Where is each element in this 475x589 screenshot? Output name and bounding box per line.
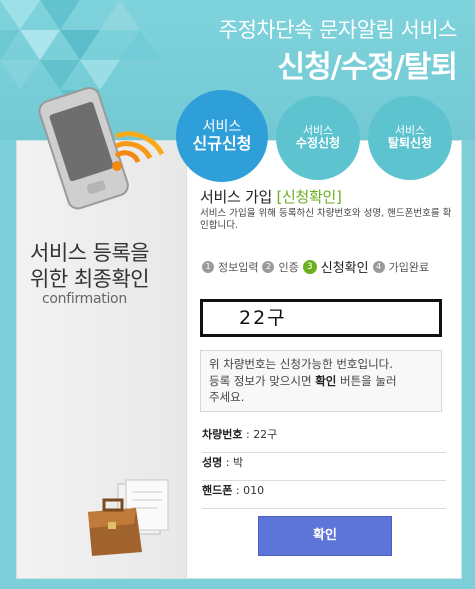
step-3-number: 3 — [302, 259, 317, 274]
plate-number-display: 22구 — [200, 299, 442, 337]
form-description: 서비스 가입을 위해 등록하신 차량번호와 성명, 핸드폰번호를 확인합니다. — [200, 208, 452, 232]
briefcase-documents-illustration — [88, 479, 169, 556]
step-3-label: 신청확인 — [320, 261, 369, 276]
step-1-number: 1 — [202, 260, 214, 273]
step-1-label: 정보입력 — [218, 260, 259, 274]
row-name: 성명 : 박 — [202, 453, 446, 481]
row-phone-label: 핸드폰 — [202, 484, 233, 497]
tab-withdraw-line2: 탈퇴신청 — [387, 136, 433, 151]
notice-line1: 위 차량번호는 신청가능한 번호입니다. — [209, 357, 393, 371]
step-4-label: 가입완료 — [388, 260, 430, 274]
tab-edit-request[interactable]: 서비스 수정신청 — [276, 96, 360, 180]
tab-withdraw-request[interactable]: 서비스 탈퇴신청 — [368, 96, 452, 180]
tab-new-line1: 서비스 — [202, 118, 242, 135]
row-phone: 핸드폰 : 010 — [202, 481, 446, 509]
left-heading: 서비스 등록을 위한 최종확인 — [30, 240, 150, 293]
notice-line3: 주세요. — [209, 390, 245, 405]
row-plate-number: 차량번호 : 22구 — [202, 425, 446, 453]
step-2-label: 인증 — [278, 260, 299, 274]
notice-line2-a: 등록 정보가 맞으시면 — [209, 373, 316, 388]
service-title: 신청/수정/탈퇴 — [277, 50, 458, 85]
step-4-number: 4 — [372, 260, 385, 273]
row-name-label: 성명 — [202, 456, 223, 469]
form-title: 서비스 가입 [신청확인] — [200, 186, 342, 207]
phone-wifi-illustration — [38, 86, 165, 210]
form-title-accent: [신청확인] — [276, 188, 342, 206]
tab-edit-line2: 수정신청 — [295, 136, 341, 151]
row-phone-value: 010 — [243, 484, 265, 497]
row-plate-label: 차량번호 — [202, 428, 243, 441]
tab-new-line2: 신규신청 — [192, 133, 252, 153]
row-plate-value: 22구 — [253, 428, 278, 441]
left-subheading: confirmation — [42, 291, 127, 307]
row-name-value: 박 — [232, 456, 244, 469]
step-2-number: 2 — [262, 260, 275, 273]
step-indicator: 1 정보입력 2 인증 3 신청확인 4 가입완료 — [202, 257, 429, 276]
left-heading-line1: 서비스 등록을 — [30, 241, 150, 265]
notice-line2-b: 버튼을 눌러 — [336, 373, 397, 388]
service-subtitle: 주정차단속 문자알림 서비스 — [218, 18, 458, 42]
notice-bold-confirm: 확인 — [315, 373, 337, 388]
form-title-prefix: 서비스 가입 — [200, 188, 272, 206]
notice-line2: 등록 정보가 맞으시면 확인 버튼을 눌러 — [209, 373, 433, 390]
confirm-button[interactable]: 확인 — [258, 516, 392, 556]
left-heading-line2: 위한 최종확인 — [30, 267, 150, 292]
tab-new-signup[interactable]: 서비스 신규신청 — [176, 90, 268, 182]
notice-box: 위 차량번호는 신청가능한 번호입니다. 등록 정보가 맞으시면 확인 버튼을 … — [200, 350, 442, 412]
